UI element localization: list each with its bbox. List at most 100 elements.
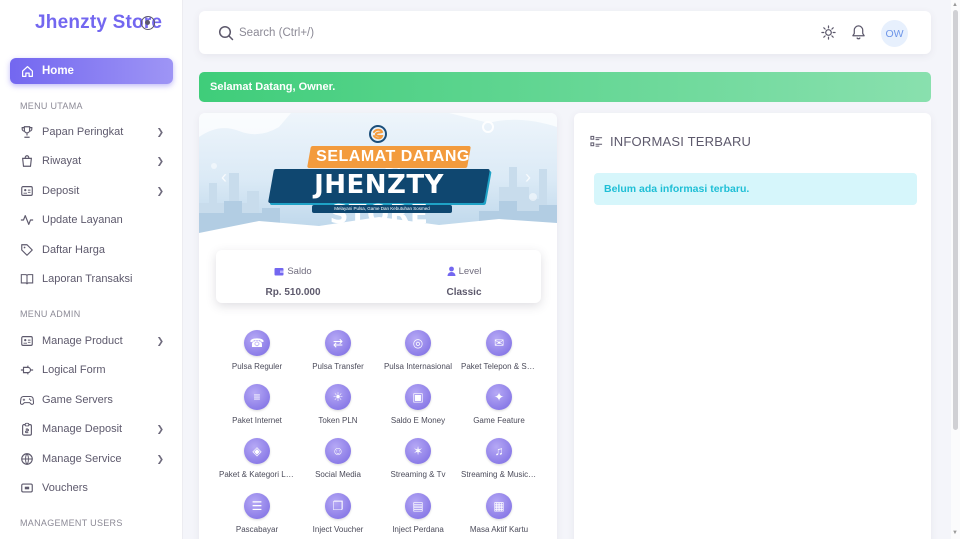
scrollbar-thumb[interactable] (953, 10, 958, 430)
sidebar-item-manage-service[interactable]: Manage Service ❯ (20, 449, 166, 469)
chevron-right-icon: ❯ (156, 127, 164, 137)
section-title-main: MENU UTAMA (20, 101, 83, 111)
service-label: Streaming & Music ... (461, 470, 538, 479)
scroll-up-icon[interactable]: ▲ (952, 2, 958, 8)
ticket-icon (20, 481, 34, 495)
section-title-admin: MENU ADMIN (20, 309, 81, 319)
sidebar-item-update-layanan[interactable]: Update Layanan (20, 210, 166, 230)
wallet-icon: ▣ (405, 384, 431, 410)
service-item[interactable]: ✦ Game Feature (459, 384, 539, 425)
sidebar-item-home[interactable]: Home (10, 58, 173, 84)
store-logo-icon (369, 125, 387, 144)
service-item[interactable]: ❐ Inject Voucher (298, 493, 378, 534)
service-label: Inject Perdana (392, 525, 444, 534)
globe-icon (20, 452, 34, 466)
sidebar-item-label: Manage Service (42, 453, 122, 465)
sidebar-item-manage-product[interactable]: Manage Product ❯ (20, 331, 166, 351)
voucher-icon: ❐ (325, 493, 351, 519)
service-item[interactable]: ◈ Paket & Kategori Lai... (217, 438, 297, 479)
chevron-right-icon: ❯ (156, 424, 164, 434)
level-label: Level (458, 265, 482, 277)
service-item[interactable]: ✉ Paket Telepon & SMS (459, 330, 539, 371)
service-label: Pulsa Reguler (231, 362, 283, 371)
avatar[interactable]: OW (881, 20, 908, 47)
sidebar-item-label: Deposit (42, 185, 80, 197)
service-label: Inject Voucher (312, 525, 364, 534)
info-title: INFORMASI TERBARU (610, 134, 752, 149)
sidebar-item-label: Manage Product (42, 335, 123, 347)
bell-icon[interactable] (851, 24, 866, 40)
carousel-prev-icon[interactable]: ‹ (221, 167, 227, 188)
sidebar-item-deposit[interactable]: Deposit ❯ (20, 181, 166, 201)
hero-banner[interactable]: SELAMAT DATANG DI JHENZTY STORE Melayani… (199, 113, 557, 233)
saldo-label: Saldo (287, 266, 312, 277)
activity-icon (20, 213, 34, 227)
sidebar-item-label: Logical Form (42, 364, 106, 376)
sidebar-item-label: Daftar Harga (42, 244, 105, 256)
service-item[interactable]: ☰ Pascabayar (217, 493, 297, 534)
service-label: Token PLN (318, 416, 358, 425)
service-label: Streaming & Tv (390, 470, 446, 479)
balance-card: Saldo Rp. 510.000 Level Classic (216, 250, 541, 303)
controller-icon: ✦ (486, 384, 512, 410)
info-card-header: INFORMASI TERBARU (590, 134, 751, 149)
service-item[interactable]: ⇄ Pulsa Transfer (298, 330, 378, 371)
search-input[interactable] (239, 24, 539, 42)
service-item[interactable]: ☀ Token PLN (298, 384, 378, 425)
service-item[interactable]: ◎ Pulsa Internasional (378, 330, 458, 371)
sidebar-item-label: Papan Peringkat (42, 126, 124, 138)
sidebar-item-vouchers[interactable]: Vouchers (20, 478, 166, 498)
trophy-icon (20, 125, 34, 139)
book-icon (20, 272, 34, 286)
service-item[interactable]: ▤ Inject Perdana (378, 493, 458, 534)
service-item[interactable]: ♫ Streaming & Music ... (459, 438, 539, 479)
sidebar-item-label: Laporan Transaksi (42, 273, 133, 285)
theme-toggle-icon[interactable] (821, 25, 836, 40)
phone-icon: ☎ (244, 330, 270, 356)
service-label: Pulsa Transfer (312, 362, 364, 371)
list-icon (590, 135, 603, 147)
wallet-icon (274, 268, 284, 276)
sidebar-item-game-servers[interactable]: Game Servers (20, 390, 166, 410)
sidebar-item-daftar-harga[interactable]: Daftar Harga (20, 240, 166, 260)
sidebar-item-label: Manage Deposit (42, 423, 123, 435)
sidebar-toggle-icon[interactable] (141, 16, 155, 30)
service-item[interactable]: ☺ Social Media (298, 438, 378, 479)
topbar: OW (199, 11, 931, 54)
sidebar-item-manage-deposit[interactable]: Manage Deposit ❯ (20, 419, 166, 439)
sidebar-item-logical-form[interactable]: Logical Form (20, 360, 166, 380)
service-label: Paket Internet (232, 416, 282, 425)
service-item[interactable]: ☎ Pulsa Reguler (217, 330, 297, 371)
id-card-icon (20, 184, 34, 198)
sidebar-item-riwayat[interactable]: Riwayat ❯ (20, 151, 166, 171)
social-icon: ☺ (325, 438, 351, 464)
sidebar: Jhenzty Store Home MENU UTAMA Papan Peri… (0, 0, 183, 539)
user-icon (447, 266, 456, 276)
chevron-right-icon: ❯ (156, 454, 164, 464)
service-label: Saldo E Money (390, 416, 446, 425)
carousel-next-icon[interactable]: › (525, 167, 531, 188)
service-label: Social Media (315, 470, 361, 479)
search-icon[interactable] (218, 25, 234, 41)
sidebar-item-papan-peringkat[interactable]: Papan Peringkat ❯ (20, 122, 166, 142)
sidebar-item-label: Vouchers (42, 482, 88, 494)
internet-icon: ≡ (244, 384, 270, 410)
chevron-right-icon: ❯ (156, 186, 164, 196)
chevron-right-icon: ❯ (156, 156, 164, 166)
hero-line3: Melayani Pulsa, Game Dan Kebutuhan Sosme… (334, 206, 430, 211)
service-item[interactable]: ▦ Masa Aktif Kartu (459, 493, 539, 534)
bulb-icon: ☀ (325, 384, 351, 410)
plug-icon (20, 363, 34, 377)
id-card-icon (20, 334, 34, 348)
sidebar-item-label: Riwayat (42, 155, 82, 167)
shopping-bag-icon (20, 154, 34, 168)
service-label: Masa Aktif Kartu (469, 525, 529, 534)
service-item[interactable]: ≡ Paket Internet (217, 384, 297, 425)
scroll-down-icon[interactable]: ▼ (952, 530, 958, 536)
service-item[interactable]: ✶ Streaming & Tv (378, 438, 458, 479)
service-item[interactable]: ▣ Saldo E Money (378, 384, 458, 425)
sidebar-item-laporan-transaksi[interactable]: Laporan Transaksi (20, 269, 166, 289)
chevron-right-icon: ❯ (156, 336, 164, 346)
calendar-icon: ▦ (486, 493, 512, 519)
sidebar-item-label: Home (42, 65, 74, 77)
